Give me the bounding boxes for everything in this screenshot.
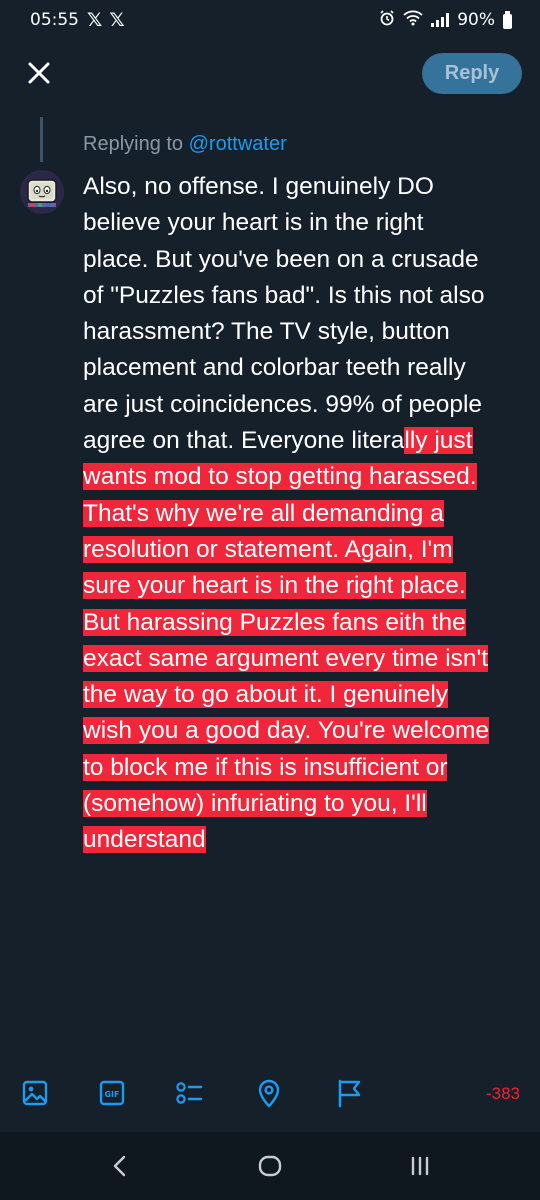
over-limit-text: That's why we're all demanding a [83,499,444,527]
over-limit-line: exact same argument every time isn't [83,641,523,677]
text-line: placement and colorbar teeth really [83,354,466,382]
over-limit-text: lly just [404,427,473,455]
over-limit-line: to block me if this is insufficient or [83,750,523,786]
text-line: place. But you've been on a crusade [83,245,479,273]
over-limit-line: the way to go about it. I genuinely [83,677,523,713]
compose-header: Reply [0,40,540,110]
gif-icon: GIF [99,1080,125,1106]
gif-label: GIF [104,1090,119,1099]
over-limit-line: understand [83,822,523,858]
thread-connector-line [40,117,43,162]
image-icon [22,1080,48,1106]
over-limit-text: exact same argument every time isn't [83,644,489,672]
nav-back-button[interactable] [100,1150,140,1182]
over-limit-line: sure your heart is in the right place. [83,568,523,604]
gif-button[interactable]: GIF [95,1076,129,1110]
recents-icon [411,1156,429,1176]
over-limit-text: understand [83,826,206,854]
over-limit-line: wants mod to stop getting harassed. [83,459,523,495]
over-limit-text: sure your heart is in the right place. [83,572,466,600]
location-icon [258,1079,280,1108]
status-left: 05:55 𝕏 𝕏 [30,9,125,31]
nav-home-button[interactable] [250,1150,290,1182]
location-button[interactable] [252,1076,286,1110]
text-line: Also, no offense. I genuinely DO [83,173,434,200]
clock: 05:55 [30,10,79,30]
character-count: -383 [485,1084,520,1103]
over-limit-text: But harassing Puzzles fans eith the [83,608,466,636]
flag-icon [338,1079,361,1108]
wifi-icon [403,10,423,31]
replying-to-handle[interactable]: @rottwater [189,133,287,155]
signal-icon [431,13,450,27]
status-right: 90% [379,9,512,31]
home-icon [258,1155,282,1177]
close-button[interactable] [22,56,56,90]
status-bar: 05:55 𝕏 𝕏 90% [0,0,540,40]
x-notification-icon: 𝕏 [109,9,124,31]
text-line: believe your heart is in the right [83,209,424,237]
over-limit-text: wants mod to stop getting harassed. [83,463,477,491]
image-button[interactable] [18,1076,52,1110]
text-plain-part: agree on that. Everyone litera [83,427,405,455]
battery-icon [503,10,512,29]
flag-button[interactable] [332,1076,366,1110]
over-limit-text: resolution or statement. Again, I'm [83,535,453,563]
over-limit-line: But harassing Puzzles fans eith the [83,605,523,641]
text-line: are just coincidences. 99% of people [83,390,483,418]
over-limit-text: wish you a good day. You're welcome [83,717,490,745]
compose-toolbar: GIF -383 [0,1070,540,1120]
poll-icon [176,1082,203,1104]
text-line-partial-highlight: agree on that. Everyone literally just [83,423,523,459]
battery-percent: 90% [457,10,495,30]
alarm-icon [379,9,395,31]
tv-character-avatar-icon [20,170,64,214]
over-limit-line: resolution or statement. Again, I'm [83,532,523,568]
over-limit-line: That's why we're all demanding a [83,496,523,532]
replying-to: Replying to @rottwater [83,133,287,156]
avatar[interactable] [20,170,64,214]
reply-text[interactable]: Also, no offense. I genuinely DO believe… [83,169,523,859]
text-line: harassment? The TV style, button [83,318,450,346]
reply-button[interactable]: Reply [422,53,522,94]
nav-recents-button[interactable] [400,1150,440,1182]
system-nav-bar [0,1132,540,1200]
poll-button[interactable] [172,1076,206,1110]
x-notification-icon: 𝕏 [87,9,102,31]
over-limit-text: the way to go about it. I genuinely [83,681,449,709]
over-limit-text: to block me if this is insufficient or [83,753,448,781]
replying-to-label: Replying to [83,133,184,155]
over-limit-line: wish you a good day. You're welcome [83,713,523,749]
over-limit-text: (somehow) infuriating to you, I'll [83,790,427,818]
text-line: of "Puzzles fans bad". Is this not also [83,281,485,309]
close-icon [28,62,50,84]
over-limit-line: (somehow) infuriating to you, I'll [83,786,523,822]
back-chevron-icon [113,1155,126,1177]
